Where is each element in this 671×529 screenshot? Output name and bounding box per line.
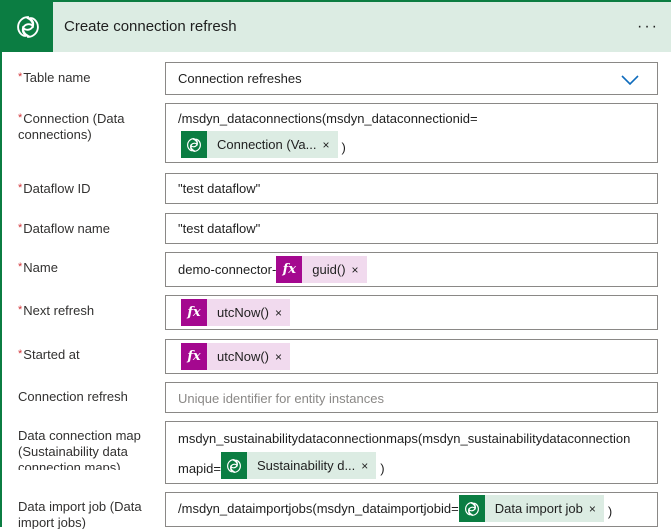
data-connection-map-prefix: mapid= [178, 461, 221, 476]
more-options-button[interactable]: ··· [635, 14, 661, 40]
connection-refresh-label: Connection refresh [18, 389, 128, 404]
remove-token-icon[interactable]: × [361, 459, 376, 473]
data-import-job-suffix: ) [607, 504, 613, 519]
data-import-job-input[interactable]: /msdyn_dataimportjobs(msdyn_dataimportjo… [165, 492, 658, 527]
table-name-select[interactable]: Connection refreshes [165, 62, 658, 95]
name-input[interactable]: demo-connector- fx guid() × [165, 252, 658, 287]
connection-prefix: /msdyn_dataconnections(msdyn_dataconnect… [178, 111, 478, 126]
data-connection-map-suffix: ) [380, 461, 385, 476]
remove-token-icon[interactable]: × [275, 350, 290, 364]
connection-refresh-placeholder: Unique identifier for entity instances [178, 391, 384, 406]
action-title: Create connection refresh [64, 18, 237, 35]
table-name-label: *Table name [18, 70, 91, 85]
started-at-input[interactable]: fx utcNow() × [165, 339, 658, 374]
action-card: Create connection refresh ··· *Table nam… [0, 0, 671, 529]
next-refresh-input[interactable]: fx utcNow() × [165, 295, 658, 330]
dataverse-icon [2, 2, 53, 52]
dataverse-icon [221, 452, 247, 479]
next-refresh-label: *Next refresh [18, 303, 95, 318]
chevron-down-icon[interactable] [621, 75, 639, 85]
dataflow-id-label: *Dataflow ID [18, 181, 91, 196]
name-label: *Name [18, 260, 58, 275]
dataverse-icon [181, 131, 207, 158]
data-import-job-prefix: /msdyn_dataimportjobs(msdyn_dataimportjo… [178, 501, 459, 516]
dataverse-icon [458, 495, 485, 522]
dynamic-content-token[interactable]: Connection (Va... × [181, 131, 338, 158]
required-marker: * [18, 71, 23, 83]
connection-input[interactable]: /msdyn_dataconnections(msdyn_dataconnect… [165, 103, 658, 163]
data-connection-map-label: Data connection map (Sustainability data… [18, 428, 141, 470]
name-prefix: demo-connector- [178, 262, 277, 277]
required-marker: * [18, 261, 23, 273]
action-header[interactable]: Create connection refresh ··· [2, 0, 671, 52]
required-marker: * [18, 348, 23, 360]
remove-token-icon[interactable]: × [589, 502, 604, 516]
fx-icon: fx [181, 299, 207, 326]
expression-token[interactable]: fx utcNow() × [181, 343, 291, 370]
dataflow-id-value: "test dataflow" [178, 181, 261, 196]
data-connection-map-input[interactable]: msdyn_sustainabilitydataconnectionmaps(m… [165, 421, 658, 484]
data-connection-map-line1: msdyn_sustainabilitydataconnectionmaps(m… [178, 431, 631, 446]
remove-token-icon[interactable]: × [352, 263, 367, 277]
dynamic-content-token[interactable]: Sustainability d... × [221, 452, 377, 479]
dynamic-content-token[interactable]: Data import job × [458, 495, 604, 522]
connection-suffix: ) [341, 140, 346, 155]
remove-token-icon[interactable]: × [322, 138, 337, 152]
expression-token[interactable]: fx guid() × [276, 256, 367, 283]
dataflow-name-input[interactable]: "test dataflow" [165, 213, 658, 244]
data-import-job-label: Data import job (Data import jobs) [18, 499, 142, 529]
fx-icon: fx [181, 343, 207, 370]
dataflow-id-input[interactable]: "test dataflow" [165, 173, 658, 204]
expression-token[interactable]: fx utcNow() × [181, 299, 291, 326]
started-at-label: *Started at [18, 347, 80, 362]
dataflow-name-value: "test dataflow" [178, 221, 261, 236]
remove-token-icon[interactable]: × [275, 306, 290, 320]
required-marker: * [18, 222, 23, 234]
table-name-value: Connection refreshes [178, 71, 302, 86]
required-marker: * [18, 182, 23, 194]
dataflow-name-label: *Dataflow name [18, 221, 110, 236]
connection-label: *Connection (Data connections) [18, 111, 125, 142]
connection-refresh-input[interactable]: Unique identifier for entity instances [165, 382, 658, 413]
required-marker: * [18, 304, 23, 316]
required-marker: * [18, 112, 23, 124]
fx-icon: fx [276, 256, 303, 283]
